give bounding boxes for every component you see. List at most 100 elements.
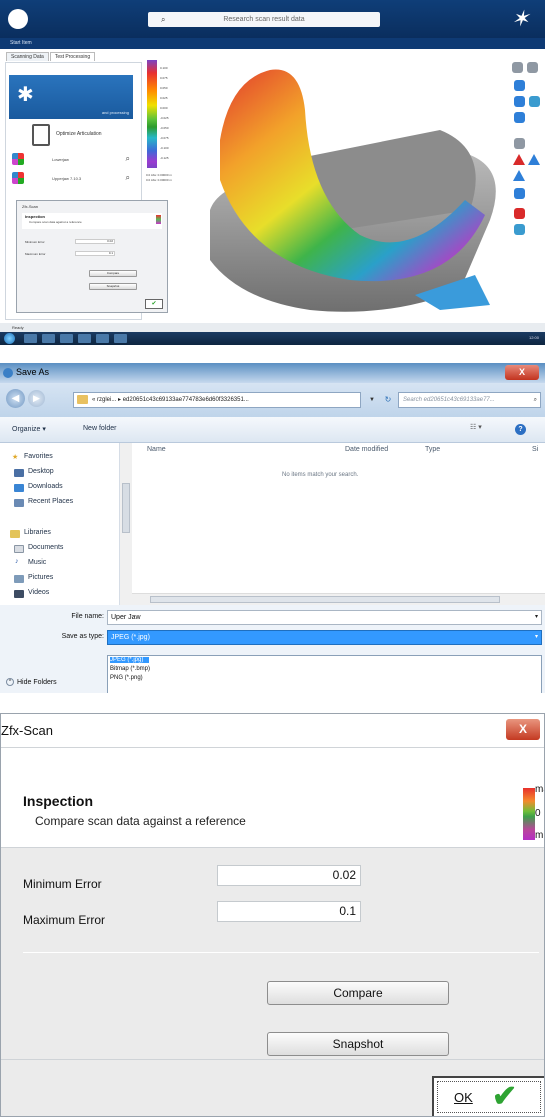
tooth-view-icon[interactable] <box>514 96 525 107</box>
column-header-date[interactable]: Date modified <box>345 446 388 453</box>
sidebar-item-videos[interactable]: Videos <box>28 589 49 596</box>
snapshot-button[interactable]: Snapshot <box>267 1032 449 1056</box>
legend-tick: -0.125 <box>160 156 169 160</box>
min-error-input[interactable]: 0.02 <box>217 865 361 886</box>
new-folder-button[interactable]: New folder <box>83 425 116 432</box>
help-icon[interactable]: ? <box>515 424 526 435</box>
address-dropdown-icon[interactable]: ▼ <box>364 392 380 408</box>
legend-tick: 0.025 <box>160 96 168 100</box>
column-header-size[interactable]: Si <box>532 446 538 453</box>
type-option[interactable]: PNG (*.png) <box>110 675 143 681</box>
taskbar-app-icon[interactable] <box>78 334 91 343</box>
sidebar-scrollbar[interactable] <box>120 443 132 605</box>
search-input[interactable]: Search ed20651c43c69133ae77... ⌕ <box>398 392 541 408</box>
mini-max-error-input[interactable]: 0.1 <box>75 251 115 256</box>
sidebar-item-favorites[interactable]: Favorites <box>24 453 53 460</box>
tab-test-processing[interactable]: Test Processing <box>49 52 96 61</box>
mini-dialog-title: Zfx-Scan <box>22 204 39 209</box>
forward-button[interactable]: ▶ <box>28 390 45 407</box>
mini-min-error-input[interactable]: 0.02 <box>75 239 115 244</box>
tooth-top-icon[interactable] <box>529 96 540 107</box>
sidebar-item-libraries[interactable]: Libraries <box>24 529 51 536</box>
articulator-icon[interactable] <box>32 124 50 146</box>
list-item[interactable]: Upperjaw 7.10.3 ⌕ <box>12 172 136 186</box>
scrollbar-thumb[interactable] <box>122 483 130 533</box>
close-button[interactable]: X <box>506 719 540 740</box>
search-input[interactable]: ⌕ Research scan result data <box>148 12 380 27</box>
sphere-icon[interactable] <box>514 188 525 199</box>
address-bar[interactable]: « rzglei... ▸ ed20651c43c69133ae774783e6… <box>73 392 361 408</box>
stats-line: 0.0 Abs: 0.00000 m <box>146 178 172 182</box>
mini-compare-button[interactable]: Compare <box>89 270 137 277</box>
dialog-title: Zfx-Scan <box>1 723 54 738</box>
taskbar-app-icon[interactable] <box>60 334 73 343</box>
zoom-out-icon[interactable] <box>527 62 538 73</box>
hide-folders-toggle[interactable]: ^ Hide Folders <box>6 678 57 686</box>
ok-button[interactable]: OK ✔ <box>432 1076 544 1116</box>
type-option[interactable]: JPEG (*.jpg) <box>110 657 150 663</box>
compare-button[interactable]: Compare <box>267 981 449 1005</box>
cut-icon[interactable] <box>514 208 525 219</box>
legend-ticks: 0.100 0.075 0.050 0.025 0.000 -0.025 -0.… <box>160 63 169 163</box>
taskbar-app-icon[interactable] <box>96 334 109 343</box>
dental-model-viewport[interactable] <box>190 60 508 322</box>
list-item[interactable]: Lowerjaw ⌕ <box>12 153 136 167</box>
column-header-name[interactable]: Name <box>147 446 166 453</box>
scrollbar-thumb[interactable] <box>150 596 500 603</box>
file-name-input[interactable]: Uper Jaw ▾ <box>107 610 542 625</box>
back-button[interactable]: ◀ <box>6 389 25 408</box>
shade-triangle-icon[interactable] <box>513 170 525 181</box>
legend-tick: 0.075 <box>160 76 168 80</box>
refresh-icon[interactable]: ↻ <box>381 392 395 408</box>
blue-triangle-icon[interactable] <box>528 154 540 165</box>
ok-label: OK <box>454 1090 473 1105</box>
sidebar-item-desktop[interactable]: Desktop <box>28 468 54 475</box>
sidebar-item-recent[interactable]: Recent Places <box>28 498 73 505</box>
column-header-type[interactable]: Type <box>425 446 440 453</box>
save-type-value: JPEG (*.jpg) <box>111 634 150 641</box>
menu-item-start[interactable]: Start Item <box>10 40 32 46</box>
close-button[interactable]: X <box>505 365 539 380</box>
sidebar-item-downloads[interactable]: Downloads <box>28 483 63 490</box>
mini-snapshot-button[interactable]: Snapshot <box>89 283 137 290</box>
magnify-icon[interactable]: ⌕ <box>126 154 130 164</box>
deviation-legend: 0.100 0.075 0.050 0.025 0.000 -0.025 -0.… <box>147 60 187 190</box>
rotate-tooth-icon[interactable] <box>514 80 525 91</box>
start-orb-icon[interactable] <box>4 333 15 344</box>
optimize-articulation-label[interactable]: Optimize Articulation <box>56 131 102 137</box>
max-error-input[interactable]: 0.1 <box>217 901 361 922</box>
mini-ok-button[interactable]: ✔ <box>145 299 163 309</box>
folder-icon <box>77 395 88 404</box>
scale-zero-label: 0 <box>535 808 541 819</box>
tooth-side-icon[interactable] <box>514 112 525 123</box>
tool-palette <box>510 56 545 246</box>
sidebar-item-music[interactable]: Music <box>28 559 46 566</box>
taskbar-app-icon[interactable] <box>24 334 37 343</box>
sidebar-item-documents[interactable]: Documents <box>28 544 63 551</box>
select-icon[interactable] <box>514 138 525 149</box>
file-list-scrollbar[interactable] <box>132 593 545 605</box>
save-type-select[interactable]: JPEG (*.jpg) ▾ <box>107 630 542 645</box>
documents-icon <box>14 545 24 553</box>
taskbar: 12:00 <box>0 332 545 345</box>
taskbar-app-icon[interactable] <box>42 334 55 343</box>
zoom-in-icon[interactable] <box>512 62 523 73</box>
recent-places-icon <box>14 499 24 507</box>
scale-min-label: mi <box>535 830 545 841</box>
chevron-down-icon[interactable]: ▾ <box>535 631 538 644</box>
scan-thumbnail-icon <box>12 172 24 184</box>
taskbar-app-icon[interactable] <box>114 334 127 343</box>
tab-scanning-data[interactable]: Scanning Data <box>6 52 49 61</box>
mini-min-error-label: Minimum Error <box>25 240 45 244</box>
sidebar-item-pictures[interactable]: Pictures <box>28 574 53 581</box>
bulb-icon[interactable] <box>514 224 525 235</box>
type-option[interactable]: Bitmap (*.bmp) <box>110 666 150 672</box>
mini-max-error-label: Maximum Error <box>25 252 46 256</box>
chevron-down-icon[interactable]: ▾ <box>535 611 538 624</box>
organize-button[interactable]: Organize ▾ <box>12 425 46 433</box>
search-icon: ⌕ <box>161 15 166 24</box>
red-triangle-icon[interactable] <box>513 154 525 165</box>
magnify-icon[interactable]: ⌕ <box>126 173 130 183</box>
view-options-icon[interactable]: ☷ ▾ <box>470 423 490 435</box>
search-icon: ⌕ <box>533 397 537 403</box>
